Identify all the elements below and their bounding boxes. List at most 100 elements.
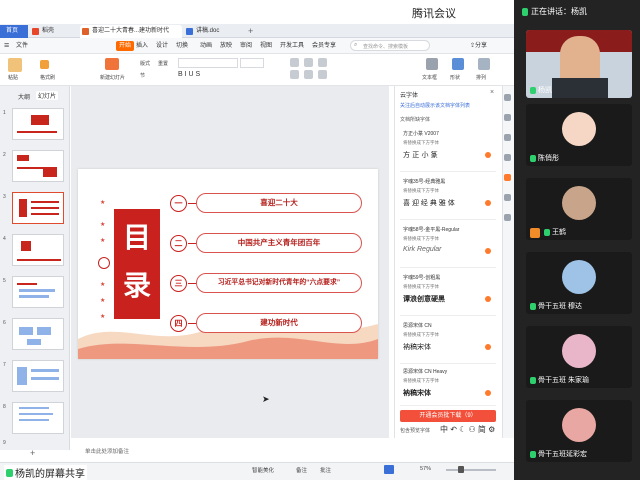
user-avatar-icon [530,228,540,238]
mic-icon [530,376,536,384]
font-list-item[interactable]: 字魂35号-经典雅黑 将替换成下方字体 喜 迎 经 典 雅 体 [400,174,496,220]
meeting-title: 腾讯会议 [412,8,456,20]
preview-fonts-checkbox[interactable]: 包含预览字体 [400,427,430,434]
menu-transition[interactable]: 切换 [176,41,188,51]
tab-word-document[interactable]: 讲稿.doc [184,25,244,38]
smart-beautify-button[interactable]: 智能美化 [252,466,274,474]
menu-review[interactable]: 审阅 [240,41,252,51]
font-size-select[interactable] [240,58,264,68]
slide-thumbnail-5[interactable] [12,276,64,308]
font-list-item[interactable]: 字魂58号-金平黑-Regular 将替换成下方字体 Kirk Regular [400,222,496,268]
video-tile[interactable]: 骨干五班 穆达 [526,252,632,314]
new-tab-plus-icon[interactable]: + [248,26,253,36]
paste-icon[interactable] [8,58,22,72]
shape-icon[interactable] [452,58,464,70]
slide-thumbnail-7[interactable] [12,360,64,392]
tab-docer[interactable]: 稻壳 [30,25,78,38]
tab-slides[interactable]: 幻灯片 [36,91,59,100]
menu-slideshow[interactable]: 放映 [220,41,232,51]
text-box-button[interactable]: 文本框 [422,74,437,81]
toc-item-text: 建功新时代 [196,313,362,333]
reset-button[interactable]: 重置 [158,60,168,67]
participant-name: 王鹤 [544,227,566,237]
zoom-level[interactable]: 57% [420,466,431,472]
menu-animation[interactable]: 动画 [200,41,212,51]
video-tile[interactable]: 骨干五班 朱家瑜 [526,326,632,388]
section-button[interactable]: 节 [140,72,145,79]
slide-notes-field[interactable]: 单击此处添加备注 [71,446,389,458]
zoom-slider-handle[interactable] [458,466,464,473]
vip-batch-download-button[interactable]: 开通会员批下载（9） [400,410,496,422]
slide-thumbnail-3[interactable] [12,192,64,224]
font-list-item[interactable]: 思源宋体 CN 将替换成下方字体 衲稿宋体 [400,318,496,364]
tab-outline[interactable]: 大纲 [18,92,30,101]
add-slide-icon[interactable]: + [30,448,35,458]
ime-toolbar[interactable]: 中 ↶ ☾ ⚇ 简 ⚙ [440,424,495,435]
download-badge-icon[interactable] [485,152,491,158]
menu-developer[interactable]: 开发工具 [280,41,304,51]
download-badge-icon[interactable] [485,248,491,254]
download-badge-icon[interactable] [485,200,491,206]
download-badge-icon[interactable] [485,344,491,350]
menu-vip[interactable]: 会员专享 [312,41,336,51]
tab-home[interactable]: 首页 [0,25,28,38]
tool-icon[interactable] [504,94,511,101]
avatar [562,260,596,294]
layout-button[interactable]: 版式 [140,60,150,67]
menu-design[interactable]: 设计 [156,41,168,51]
ppt-icon [82,28,89,35]
paragraph-buttons[interactable] [290,58,390,80]
text-style-buttons[interactable]: B I U S [178,71,200,78]
tab-ppt-document[interactable]: 喜迎二十大青春...建功新时代 [80,25,182,38]
comments-button[interactable]: 批注 [320,466,331,474]
tool-icon[interactable] [504,194,511,201]
menu-file[interactable]: 文件 [16,41,28,51]
mic-icon [6,469,13,477]
font-list-item[interactable]: 方正小篆 V2007 将替换成下方字体 方 正 小 篆 [400,126,496,172]
font-panel-hint[interactable]: 关注后自动展示该文档字体列表 [400,102,470,109]
font-tool-icon[interactable] [504,174,511,181]
slide-thumbnail-2[interactable] [12,150,64,182]
shape-button[interactable]: 形状 [450,74,460,81]
menu-view[interactable]: 视图 [260,41,272,51]
participant-name: 陈俏彤 [530,153,559,163]
slide-thumbnail-8[interactable] [12,402,64,434]
slide-number: 8 [3,404,6,410]
font-list-item[interactable]: 字魂59号-创粗黑 将替换成下方字体 谭浪创意硬黑 [400,270,496,316]
tool-icon[interactable] [504,134,511,141]
font-name: 思源宋体 CN [403,323,432,329]
notes-button[interactable]: 备注 [296,466,307,474]
slide-number: 4 [3,236,6,242]
menu-insert[interactable]: 插入 [136,41,148,51]
video-tile[interactable]: 王鹤 [526,178,632,240]
slide-thumbnail-1[interactable] [12,108,64,140]
new-slide-button[interactable]: 新建幻灯片 [100,74,125,81]
menu-start[interactable]: 开始 [116,41,135,51]
tool-icon[interactable] [504,214,511,221]
download-badge-icon[interactable] [485,390,491,396]
share-button[interactable]: ⇪分享 [470,41,487,51]
command-search-box[interactable]: ⌕ 查找命令、搜索模板 [350,40,430,51]
font-name-select[interactable] [178,58,238,68]
align-right-icon [318,70,327,79]
search-placeholder: 查找命令、搜索模板 [363,44,409,50]
video-tile[interactable]: 陈俏彤 [526,104,632,166]
close-icon[interactable]: × [490,89,494,96]
video-tile[interactable]: 骨干五班延彩宏 [526,400,632,462]
current-slide[interactable]: ★ ★ ★ ★ ★ ★ 目 录 一 喜迎二十大 二 中国共产主义青年团百年 三 … [78,169,378,359]
play-slideshow-icon[interactable] [384,465,394,474]
tool-icon[interactable] [504,114,511,121]
slide-thumbnail-6[interactable] [12,318,64,350]
video-tile-speaker[interactable]: 杨凯 [526,30,632,98]
new-slide-icon[interactable] [105,58,119,70]
zoom-slider[interactable] [446,469,496,471]
text-box-icon[interactable] [426,58,438,70]
download-badge-icon[interactable] [485,296,491,302]
font-list-item[interactable]: 思源宋体 CN Heavy 将替换成下方字体 衲稿宋体 [400,364,496,406]
hamburger-menu-icon[interactable]: ≡ [4,40,14,50]
arrange-button[interactable]: 排列 [476,74,486,81]
slide-thumbnail-4[interactable] [12,234,64,266]
format-painter-button[interactable]: 格式刷 [40,74,55,81]
tool-icon[interactable] [504,154,511,161]
connector-line [188,203,196,204]
